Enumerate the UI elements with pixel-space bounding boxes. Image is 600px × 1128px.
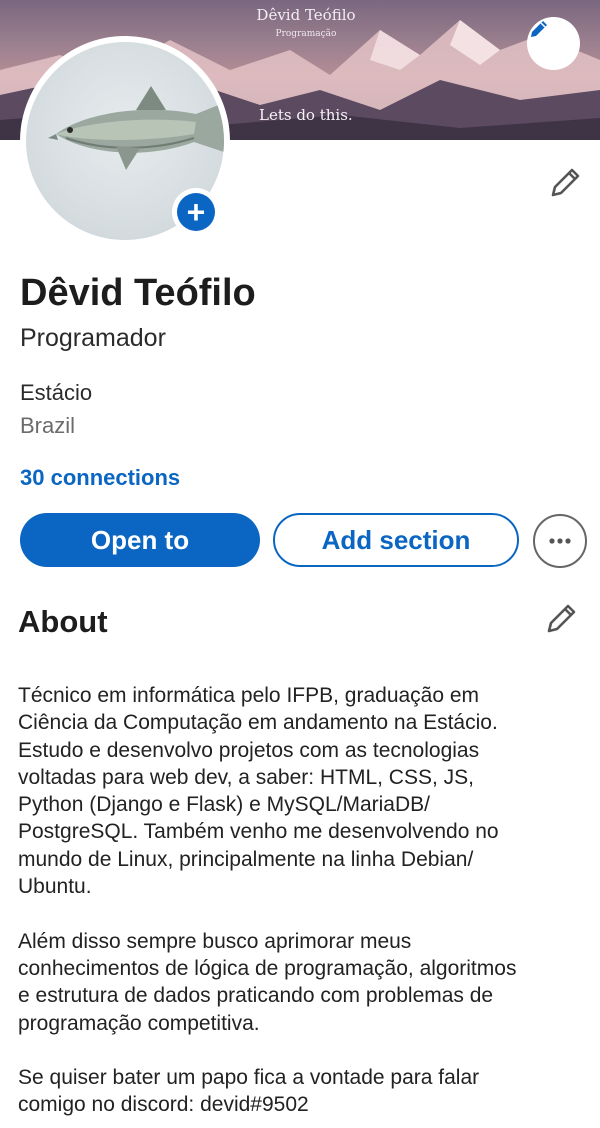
edit-about-pencil-icon[interactable]	[544, 600, 580, 636]
profile-headline: Programador	[20, 324, 166, 352]
open-to-button[interactable]: Open to	[20, 513, 260, 567]
edit-banner-button[interactable]	[527, 17, 580, 70]
banner-name: Dêvid Teófilo	[256, 6, 356, 24]
pencil-icon	[531, 21, 547, 37]
banner-tagline: Lets do this.	[259, 106, 353, 124]
banner-subtitle: Programação	[275, 29, 337, 39]
plus-icon: +	[177, 193, 215, 231]
more-actions-button[interactable]	[533, 514, 587, 568]
connections-link[interactable]: 30 connections	[20, 465, 180, 491]
about-text: Técnico em informática pelo IFPB, gradua…	[18, 684, 517, 1117]
profile-school[interactable]: Estácio	[20, 380, 92, 406]
add-photo-button[interactable]: +	[172, 188, 220, 236]
profile-name: Dêvid Teófilo	[20, 272, 256, 314]
edit-intro-pencil-icon[interactable]	[548, 164, 584, 200]
add-section-button[interactable]: Add section	[273, 513, 519, 567]
about-section-title: About	[18, 604, 108, 639]
ellipsis-icon	[549, 538, 571, 544]
profile-location: Brazil	[20, 413, 76, 438]
